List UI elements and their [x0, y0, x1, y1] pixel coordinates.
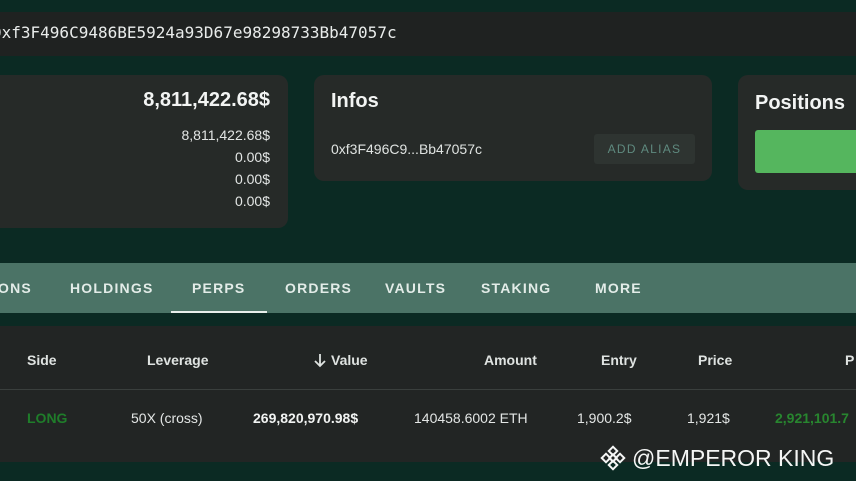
cell-leverage: 50X (cross) [131, 410, 203, 426]
sort-arrow-down-icon [314, 353, 326, 367]
tabs-bar: ONS HOLDINGS PERPS ORDERS VAULTS STAKING… [0, 263, 856, 313]
active-tab-indicator [171, 311, 267, 313]
watermark: @EMPEROR KING [600, 444, 834, 472]
infos-title: Infos [331, 90, 379, 112]
tab-staking[interactable]: STAKING [481, 263, 551, 313]
cell-side: LONG [27, 410, 68, 426]
tab-vaults[interactable]: VAULTS [385, 263, 446, 313]
cell-amount: 140458.6002 ETH [414, 410, 528, 426]
header-price[interactable]: Price [698, 352, 732, 368]
header-side[interactable]: Side [27, 352, 57, 368]
balance-row: 0.00$ [234, 193, 270, 209]
header-value[interactable]: Value [313, 352, 368, 368]
table-divider [0, 389, 856, 390]
positions-title: Positions [755, 92, 846, 114]
tab-orders[interactable]: ORDERS [285, 263, 352, 313]
wallet-address: 0xf3F496C9486BE5924a93D67e98298733Bb4705… [0, 23, 397, 42]
balance-row: 0.00$ [234, 171, 270, 187]
header-pnl[interactable]: P [845, 352, 854, 368]
header-value-label: Value [331, 352, 368, 368]
cell-value: 269,820,970.98$ [253, 410, 359, 426]
positions-card: Positions [738, 75, 856, 190]
balance-card: 8,811,422.68$ 8,811,422.68$ 0.00$ 0.00$ … [0, 75, 288, 228]
infos-short-address: 0xf3F496C9...Bb47057c [331, 141, 482, 157]
header-leverage[interactable]: Leverage [147, 352, 208, 368]
infos-card: Infos 0xf3F496C9...Bb47057c ADD ALIAS [314, 75, 712, 181]
cell-entry: 1,900.2$ [577, 410, 632, 426]
balance-total: 8,811,422.68$ [143, 89, 270, 111]
header-entry[interactable]: Entry [601, 352, 637, 368]
header-amount[interactable]: Amount [484, 352, 537, 368]
tab-perps[interactable]: PERPS [192, 263, 245, 313]
tab-holdings[interactable]: HOLDINGS [70, 263, 154, 313]
balance-row: 8,811,422.68$ [181, 127, 271, 143]
add-alias-button[interactable]: ADD ALIAS [594, 134, 695, 164]
perps-table: Side Leverage Value Amount Entry Price P… [0, 326, 856, 462]
binance-logo-icon [600, 445, 626, 471]
cell-price: 1,921$ [687, 410, 730, 426]
watermark-text: @EMPEROR KING [632, 444, 835, 471]
positions-bar [755, 130, 856, 173]
page: 0xf3F496C9486BE5924a93D67e98298733Bb4705… [0, 0, 856, 481]
tab-positions[interactable]: ONS [0, 263, 32, 313]
cell-pnl: 2,921,101.7 [775, 410, 849, 426]
tab-more[interactable]: MORE [595, 263, 642, 313]
balance-row: 0.00$ [234, 149, 270, 165]
